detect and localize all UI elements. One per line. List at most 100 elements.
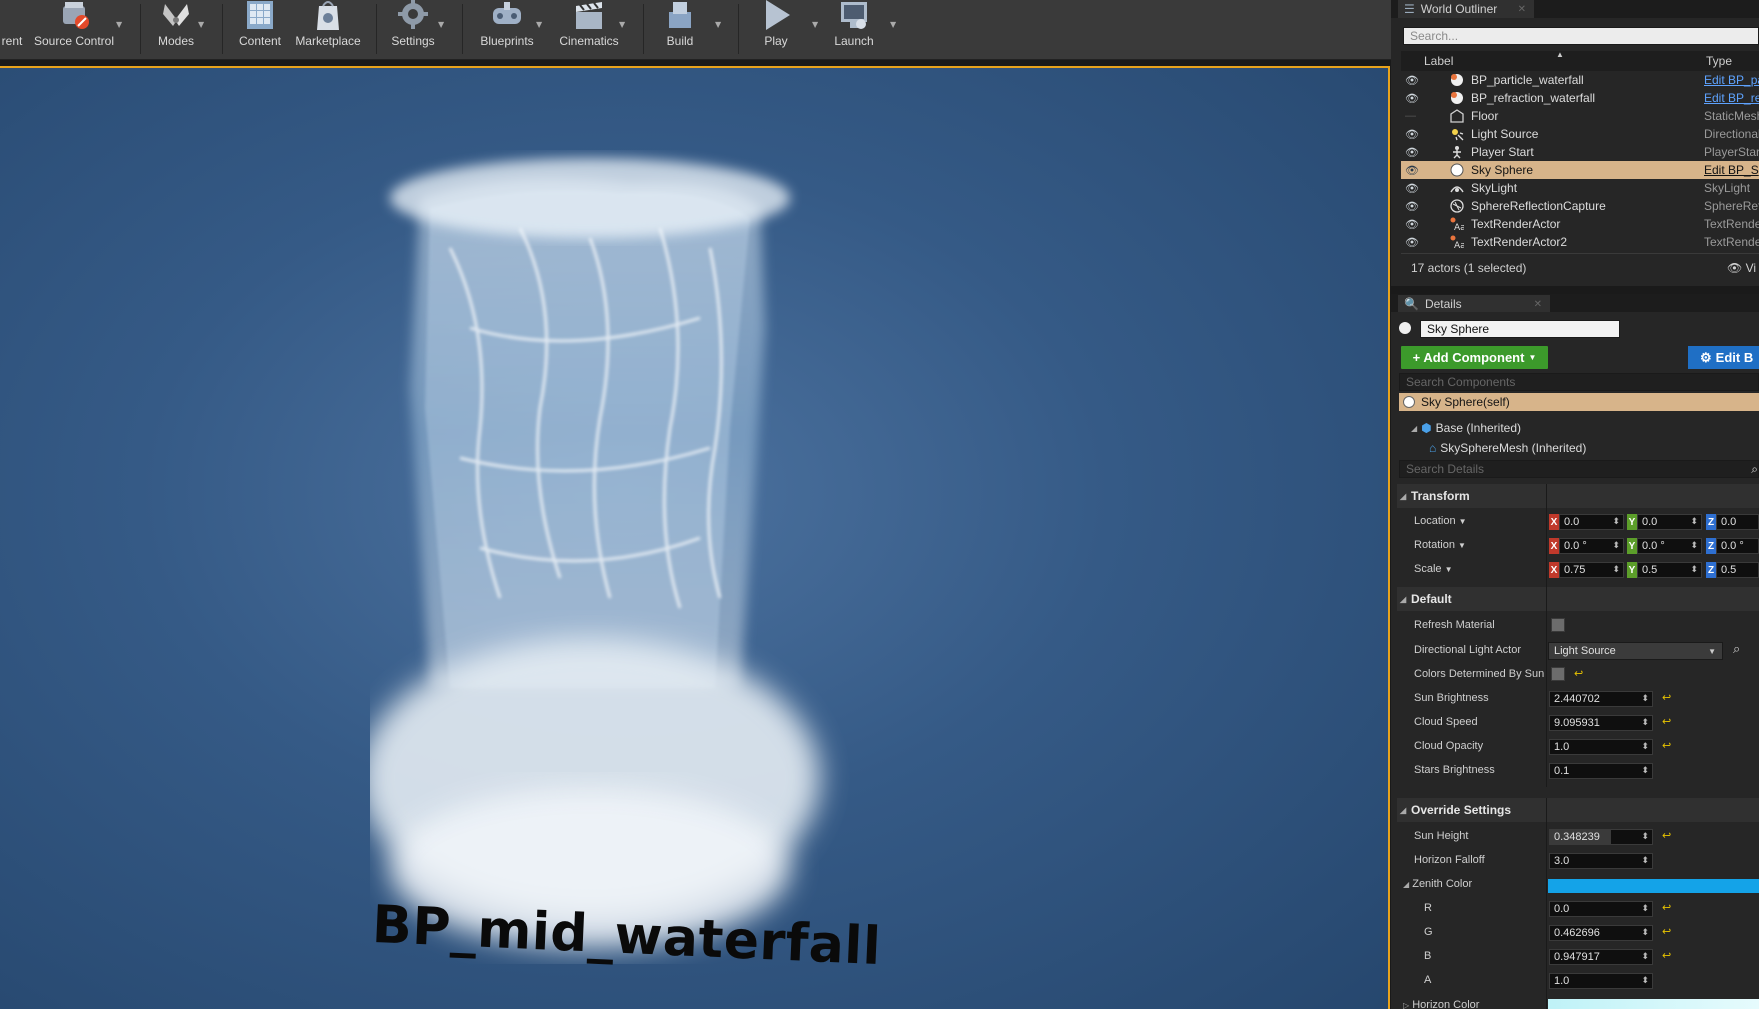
- reset-to-default-icon[interactable]: ↩: [1662, 925, 1671, 938]
- visibility-eye-icon[interactable]: —: [1405, 110, 1419, 122]
- toolbar-button-cinematics[interactable]: Cinematics: [554, 0, 624, 56]
- category-override-settings[interactable]: Override Settings: [1397, 798, 1759, 822]
- horizon-falloff-field[interactable]: 3.0 ⬍: [1549, 853, 1653, 869]
- build-dropdown-icon[interactable]: ▼: [715, 20, 723, 29]
- toolbar-button-marketplace[interactable]: Marketplace: [292, 0, 364, 56]
- component-row[interactable]: ⌂ SkySphereMesh (Inherited): [1399, 439, 1759, 457]
- reset-to-default-icon[interactable]: ↩: [1662, 715, 1671, 728]
- component-row-self[interactable]: Sky Sphere(self): [1399, 393, 1759, 411]
- browse-search-icon[interactable]: ⌕: [1733, 642, 1740, 657]
- search-details-input[interactable]: Search Details ⌕: [1399, 460, 1759, 478]
- close-icon[interactable]: ✕: [1518, 4, 1526, 15]
- toolbar-button-current[interactable]: rent: [0, 0, 24, 56]
- horizon-color-label[interactable]: ▷ Horizon Color: [1403, 999, 1479, 1009]
- outliner-row[interactable]: 👁 Player Start PlayerStar: [1401, 143, 1759, 161]
- reset-to-default-icon[interactable]: ↩: [1662, 949, 1671, 962]
- reset-to-default-icon[interactable]: ↩: [1662, 901, 1671, 914]
- modes-dropdown-icon[interactable]: ▼: [198, 20, 206, 29]
- outliner-row[interactable]: 👁 BP_refraction_waterfall Edit BP_re: [1401, 89, 1759, 107]
- outliner-row[interactable]: 👁 BP_particle_waterfall Edit BP_pa: [1401, 71, 1759, 89]
- stars-brightness-field[interactable]: 0.1 ⬍: [1549, 763, 1653, 779]
- location-x-field[interactable]: 0.0 ⬍: [1559, 514, 1624, 530]
- zenith-r-field[interactable]: 0.0 ⬍: [1549, 901, 1653, 917]
- category-transform[interactable]: Transform: [1397, 484, 1759, 508]
- toolbar-button-blueprints[interactable]: Blueprints: [474, 0, 540, 56]
- toolbar-button-launch[interactable]: Launch: [826, 0, 882, 56]
- rotation-x-field[interactable]: 0.0 ° ⬍: [1559, 538, 1624, 554]
- source-control-dropdown-icon[interactable]: ▼: [116, 20, 124, 29]
- actor-name-field[interactable]: Sky Sphere: [1420, 320, 1620, 338]
- visibility-eye-icon[interactable]: 👁: [1405, 92, 1419, 105]
- horizon-color-swatch[interactable]: [1548, 999, 1759, 1009]
- level-viewport[interactable]: BP_mid_waterfall: [0, 66, 1390, 1009]
- location-label[interactable]: Location ▼: [1414, 515, 1467, 527]
- cloud-speed-field[interactable]: 9.095931 ⬍: [1549, 715, 1653, 731]
- refresh-material-checkbox[interactable]: [1551, 618, 1565, 632]
- visibility-eye-icon[interactable]: 👁: [1405, 200, 1419, 213]
- toolbar-button-play[interactable]: Play: [750, 0, 802, 56]
- row-type-link[interactable]: Edit BP_re: [1704, 91, 1759, 105]
- scale-y-field[interactable]: 0.5 ⬍: [1637, 562, 1702, 578]
- outliner-row[interactable]: 👁 SphereReflectionCapture SphereRefl: [1401, 197, 1759, 215]
- outliner-row[interactable]: 👁 Aa TextRenderActor TextRende: [1401, 215, 1759, 233]
- visibility-eye-icon[interactable]: 👁: [1405, 164, 1419, 177]
- tab-details[interactable]: 🔍 Details ✕: [1398, 295, 1550, 313]
- column-header-type[interactable]: Type: [1706, 54, 1732, 68]
- outliner-search-input[interactable]: Search...: [1403, 27, 1759, 45]
- outliner-row[interactable]: 👁 Light Source Directional: [1401, 125, 1759, 143]
- scale-z-field[interactable]: 0.5: [1716, 562, 1759, 578]
- rotation-y-field[interactable]: 0.0 ° ⬍: [1637, 538, 1702, 554]
- visibility-eye-icon[interactable]: 👁: [1405, 128, 1419, 141]
- row-type-link[interactable]: Edit BP_pa: [1704, 73, 1759, 87]
- play-dropdown-icon[interactable]: ▼: [812, 20, 820, 29]
- visibility-eye-icon[interactable]: 👁: [1405, 146, 1419, 159]
- zenith-a-field[interactable]: 1.0 ⬍: [1549, 973, 1653, 989]
- outliner-row[interactable]: 👁 SkyLight SkyLight: [1401, 179, 1759, 197]
- category-default[interactable]: Default: [1397, 587, 1759, 611]
- settings-dropdown-icon[interactable]: ▼: [438, 20, 446, 29]
- toolbar-button-build[interactable]: Build: [652, 0, 708, 56]
- edit-blueprint-button[interactable]: ⚙ Edit B: [1688, 346, 1759, 369]
- location-y-field[interactable]: 0.0 ⬍: [1637, 514, 1702, 530]
- outliner-row-selected[interactable]: 👁 Sky Sphere Edit BP_S: [1401, 161, 1759, 179]
- outliner-row[interactable]: — Floor StaticMesh: [1401, 107, 1759, 125]
- colors-by-sun-checkbox[interactable]: [1551, 667, 1565, 681]
- zenith-g-field[interactable]: 0.462696 ⬍: [1549, 925, 1653, 941]
- launch-dropdown-icon[interactable]: ▼: [890, 20, 898, 29]
- tab-world-outliner[interactable]: ☰ World Outliner ✕: [1398, 0, 1534, 18]
- cloud-opacity-field[interactable]: 1.0 ⬍: [1549, 739, 1653, 755]
- scale-label[interactable]: Scale ▼: [1414, 563, 1453, 575]
- toolbar-button-modes[interactable]: Modes: [150, 0, 202, 56]
- row-type-link[interactable]: Edit BP_S: [1704, 163, 1759, 177]
- view-options-button[interactable]: 👁 Vi: [1727, 261, 1756, 275]
- toolbar-button-content[interactable]: Content: [234, 0, 286, 56]
- toolbar-button-source-control[interactable]: Source Control: [32, 0, 116, 56]
- zenith-b-field[interactable]: 0.947917 ⬍: [1549, 949, 1653, 965]
- visibility-eye-icon[interactable]: 👁: [1405, 74, 1419, 87]
- reset-to-default-icon[interactable]: ↩: [1662, 691, 1671, 704]
- directional-light-actor-combo[interactable]: Light Source ▼: [1548, 642, 1723, 660]
- zenith-color-swatch[interactable]: [1548, 879, 1759, 893]
- visibility-eye-icon[interactable]: 👁: [1405, 182, 1419, 195]
- rotation-label[interactable]: Rotation ▼: [1414, 539, 1466, 551]
- collapse-arrow-icon[interactable]: ◢: [1411, 424, 1417, 433]
- toolbar-button-settings[interactable]: Settings: [386, 0, 440, 56]
- rotation-z-field[interactable]: 0.0 °: [1716, 538, 1759, 554]
- location-z-field[interactable]: 0.0: [1716, 514, 1759, 530]
- close-icon[interactable]: ✕: [1534, 299, 1542, 310]
- blueprints-dropdown-icon[interactable]: ▼: [536, 20, 544, 29]
- outliner-row[interactable]: 👁 Aa TextRenderActor2 TextRende: [1401, 233, 1759, 251]
- component-row[interactable]: ◢ ⬢ Base (Inherited): [1399, 419, 1759, 437]
- cinematics-dropdown-icon[interactable]: ▼: [619, 20, 627, 29]
- visibility-eye-icon[interactable]: 👁: [1405, 236, 1419, 249]
- search-components-input[interactable]: Search Components: [1399, 373, 1759, 391]
- zenith-color-label[interactable]: ◢ Zenith Color: [1403, 878, 1472, 890]
- add-component-button[interactable]: + Add Component ▼: [1401, 346, 1548, 369]
- column-header-label[interactable]: Label: [1424, 54, 1453, 68]
- sun-height-slider[interactable]: 0.348239 ⬍: [1549, 829, 1653, 845]
- reset-to-default-icon[interactable]: ↩: [1574, 667, 1583, 680]
- reset-to-default-icon[interactable]: ↩: [1662, 739, 1671, 752]
- reset-to-default-icon[interactable]: ↩: [1662, 829, 1671, 842]
- visibility-eye-icon[interactable]: 👁: [1405, 218, 1419, 231]
- sun-brightness-field[interactable]: 2.440702 ⬍: [1549, 691, 1653, 707]
